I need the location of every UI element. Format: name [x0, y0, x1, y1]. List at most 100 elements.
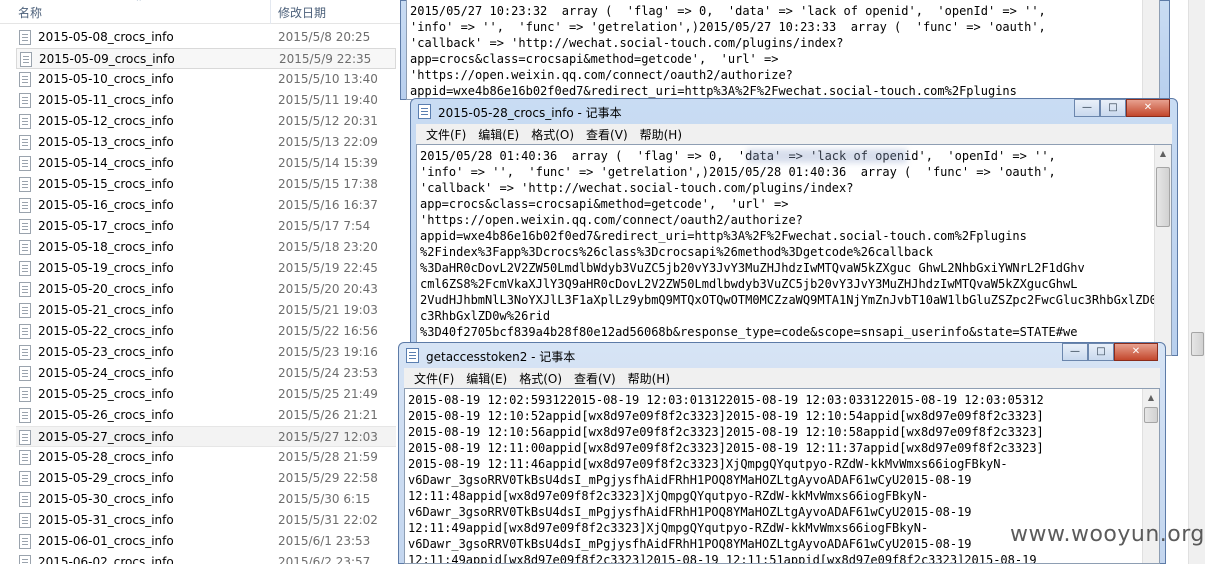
file-name: 2015-05-24_crocs_info [38, 366, 174, 380]
file-name: 2015-06-01_crocs_info [38, 534, 174, 548]
menu-format[interactable]: 格式(O) [513, 368, 568, 388]
title-bar[interactable]: getaccesstoken2 - 记事本 — □ ✕ [404, 342, 1160, 368]
file-row[interactable]: 2015-05-18_crocs_info 2015/5/18 23:20 [16, 237, 396, 258]
file-modified-date: 2015/5/22 16:56 [278, 324, 378, 338]
close-button[interactable]: ✕ [1126, 99, 1170, 117]
scroll-up-icon[interactable]: ▲ [1143, 389, 1159, 406]
text-file-icon [19, 261, 31, 276]
text-file-icon [19, 240, 31, 255]
file-row[interactable]: 2015-05-11_crocs_info 2015/5/11 19:40 [16, 90, 396, 111]
menu-help[interactable]: 帮助(H) [634, 124, 688, 144]
file-row[interactable]: 2015-05-12_crocs_info 2015/5/12 20:31 [16, 111, 396, 132]
file-name: 2015-05-15_crocs_info [38, 177, 174, 191]
text-file-icon [19, 303, 31, 318]
scrollbar-thumb[interactable] [1156, 167, 1170, 227]
minimize-button[interactable]: — [1074, 99, 1100, 117]
minimize-button[interactable]: — [1062, 343, 1088, 361]
menu-view[interactable]: 查看(V) [568, 368, 622, 388]
file-name: 2015-05-18_crocs_info [38, 240, 174, 254]
window-title: getaccesstoken2 - 记事本 [426, 350, 576, 364]
file-row[interactable]: 2015-05-22_crocs_info 2015/5/22 16:56 [16, 321, 396, 342]
text-file-icon [19, 135, 31, 150]
maximize-button[interactable]: □ [1100, 99, 1126, 117]
notepad-window-back[interactable]: 2015/05/27 10:23:32 array ( 'flag' => 0,… [400, 0, 1170, 100]
file-modified-date: 2015/5/11 19:40 [278, 93, 378, 107]
window-controls: — □ ✕ [1062, 343, 1158, 361]
file-row[interactable]: 2015-05-13_crocs_info 2015/5/13 22:09 [16, 132, 396, 153]
file-row[interactable]: 2015-05-29_crocs_info 2015/5/29 22:58 [16, 468, 396, 489]
file-row[interactable]: 2015-05-28_crocs_info 2015/5/28 21:59 [16, 447, 396, 468]
text-file-icon [19, 282, 31, 297]
file-row[interactable]: 2015-05-27_crocs_info 2015/5/27 12:03 [16, 426, 396, 447]
menu-edit[interactable]: 编辑(E) [460, 368, 513, 388]
file-explorer-list: ⌃ 名称 修改日期 2015-05-08_crocs_info 2015/5/8 … [0, 0, 404, 564]
close-button[interactable]: ✕ [1114, 343, 1158, 361]
column-header-modified[interactable]: 修改日期 [278, 4, 326, 21]
file-row[interactable]: 2015-05-17_crocs_info 2015/5/17 7:54 [16, 216, 396, 237]
file-name: 2015-05-11_crocs_info [38, 93, 174, 107]
text-file-icon [19, 534, 31, 549]
maximize-button[interactable]: □ [1088, 343, 1114, 361]
file-row[interactable]: 2015-05-31_crocs_info 2015/5/31 22:02 [16, 510, 396, 531]
notepad-icon [418, 104, 431, 119]
sort-arrow-icon: ⌃ [135, 0, 143, 8]
menu-edit[interactable]: 编辑(E) [472, 124, 525, 144]
file-name: 2015-05-29_crocs_info [38, 471, 174, 485]
menu-file[interactable]: 文件(F) [420, 124, 472, 144]
file-row[interactable]: 2015-05-26_crocs_info 2015/5/26 21:21 [16, 405, 396, 426]
redaction-blur [747, 149, 907, 163]
file-row[interactable]: 2015-05-16_crocs_info 2015/5/16 16:37 [16, 195, 396, 216]
file-name: 2015-05-19_crocs_info [38, 261, 174, 275]
title-bar[interactable]: 2015-05-28_crocs_info - 记事本 — □ ✕ [416, 98, 1172, 124]
file-modified-date: 2015/5/10 13:40 [278, 72, 378, 86]
menu-view[interactable]: 查看(V) [580, 124, 634, 144]
column-header-name[interactable]: 名称 [18, 4, 42, 21]
text-file-icon [19, 387, 31, 402]
file-row[interactable]: 2015-05-09_crocs_info 2015/5/9 22:35 [16, 48, 396, 69]
file-row[interactable]: 2015-05-25_crocs_info 2015/5/25 21:49 [16, 384, 396, 405]
text-editor-area[interactable]: 2015/05/28 01:40:36 array ( 'flag' => 0,… [416, 144, 1172, 356]
file-modified-date: 2015/5/29 22:58 [278, 471, 378, 485]
file-modified-date: 2015/5/25 21:49 [278, 387, 378, 401]
file-row[interactable]: 2015-05-24_crocs_info 2015/5/24 23:53 [16, 363, 396, 384]
notepad-window-crocs-info[interactable]: 2015-05-28_crocs_info - 记事本 — □ ✕ 文件(F) … [410, 98, 1178, 356]
menu-bar: 文件(F) 编辑(E) 格式(O) 查看(V) 帮助(H) [404, 368, 1160, 388]
menu-file[interactable]: 文件(F) [408, 368, 460, 388]
file-row[interactable]: 2015-05-21_crocs_info 2015/5/21 19:03 [16, 300, 396, 321]
file-modified-date: 2015/5/15 17:38 [278, 177, 378, 191]
file-name: 2015-05-21_crocs_info [38, 303, 174, 317]
file-row[interactable]: 2015-06-01_crocs_info 2015/6/1 23:53 [16, 531, 396, 552]
file-name: 2015-05-25_crocs_info [38, 387, 174, 401]
text-file-icon [19, 492, 31, 507]
file-name: 2015-05-08_crocs_info [38, 30, 174, 44]
file-row[interactable]: 2015-05-14_crocs_info 2015/5/14 15:39 [16, 153, 396, 174]
text-file-icon [19, 93, 31, 108]
file-row[interactable]: 2015-05-20_crocs_info 2015/5/20 20:43 [16, 279, 396, 300]
scrollbar-thumb[interactable] [1144, 407, 1158, 423]
scrollbar-thumb[interactable] [1191, 332, 1204, 356]
file-row[interactable]: 2015-05-30_crocs_info 2015/5/30 6:15 [16, 489, 396, 510]
column-separator[interactable] [270, 0, 271, 24]
text-editor-area[interactable]: 2015/05/27 10:23:32 array ( 'flag' => 0,… [406, 0, 1160, 100]
background-scrollbar[interactable] [1188, 0, 1205, 564]
vertical-scrollbar[interactable] [1142, 0, 1159, 99]
file-row[interactable]: 2015-05-10_crocs_info 2015/5/10 13:40 [16, 69, 396, 90]
text-file-icon [19, 555, 31, 564]
scroll-up-icon[interactable]: ▲ [1155, 145, 1171, 162]
editor-text: 2015/05/28 01:40:36 array ( 'flag' => 0,… [420, 149, 1165, 339]
menu-help[interactable]: 帮助(H) [622, 368, 676, 388]
file-name: 2015-05-28_crocs_info [38, 450, 174, 464]
file-row[interactable]: 2015-06-02_crocs_info 2015/6/2 23:57 [16, 552, 396, 564]
file-modified-date: 2015/5/18 23:20 [278, 240, 378, 254]
file-modified-date: 2015/5/31 22:02 [278, 513, 378, 527]
text-file-icon [19, 198, 31, 213]
file-modified-date: 2015/5/20 20:43 [278, 282, 378, 296]
file-row[interactable]: 2015-05-08_crocs_info 2015/5/8 20:25 [16, 27, 396, 48]
file-row[interactable]: 2015-05-19_crocs_info 2015/5/19 22:45 [16, 258, 396, 279]
file-row[interactable]: 2015-05-15_crocs_info 2015/5/15 17:38 [16, 174, 396, 195]
file-row[interactable]: 2015-05-23_crocs_info 2015/5/23 19:16 [16, 342, 396, 363]
menu-format[interactable]: 格式(O) [525, 124, 580, 144]
text-file-icon [19, 72, 31, 87]
vertical-scrollbar[interactable]: ▲ [1154, 145, 1171, 355]
file-modified-date: 2015/5/26 21:21 [278, 408, 378, 422]
